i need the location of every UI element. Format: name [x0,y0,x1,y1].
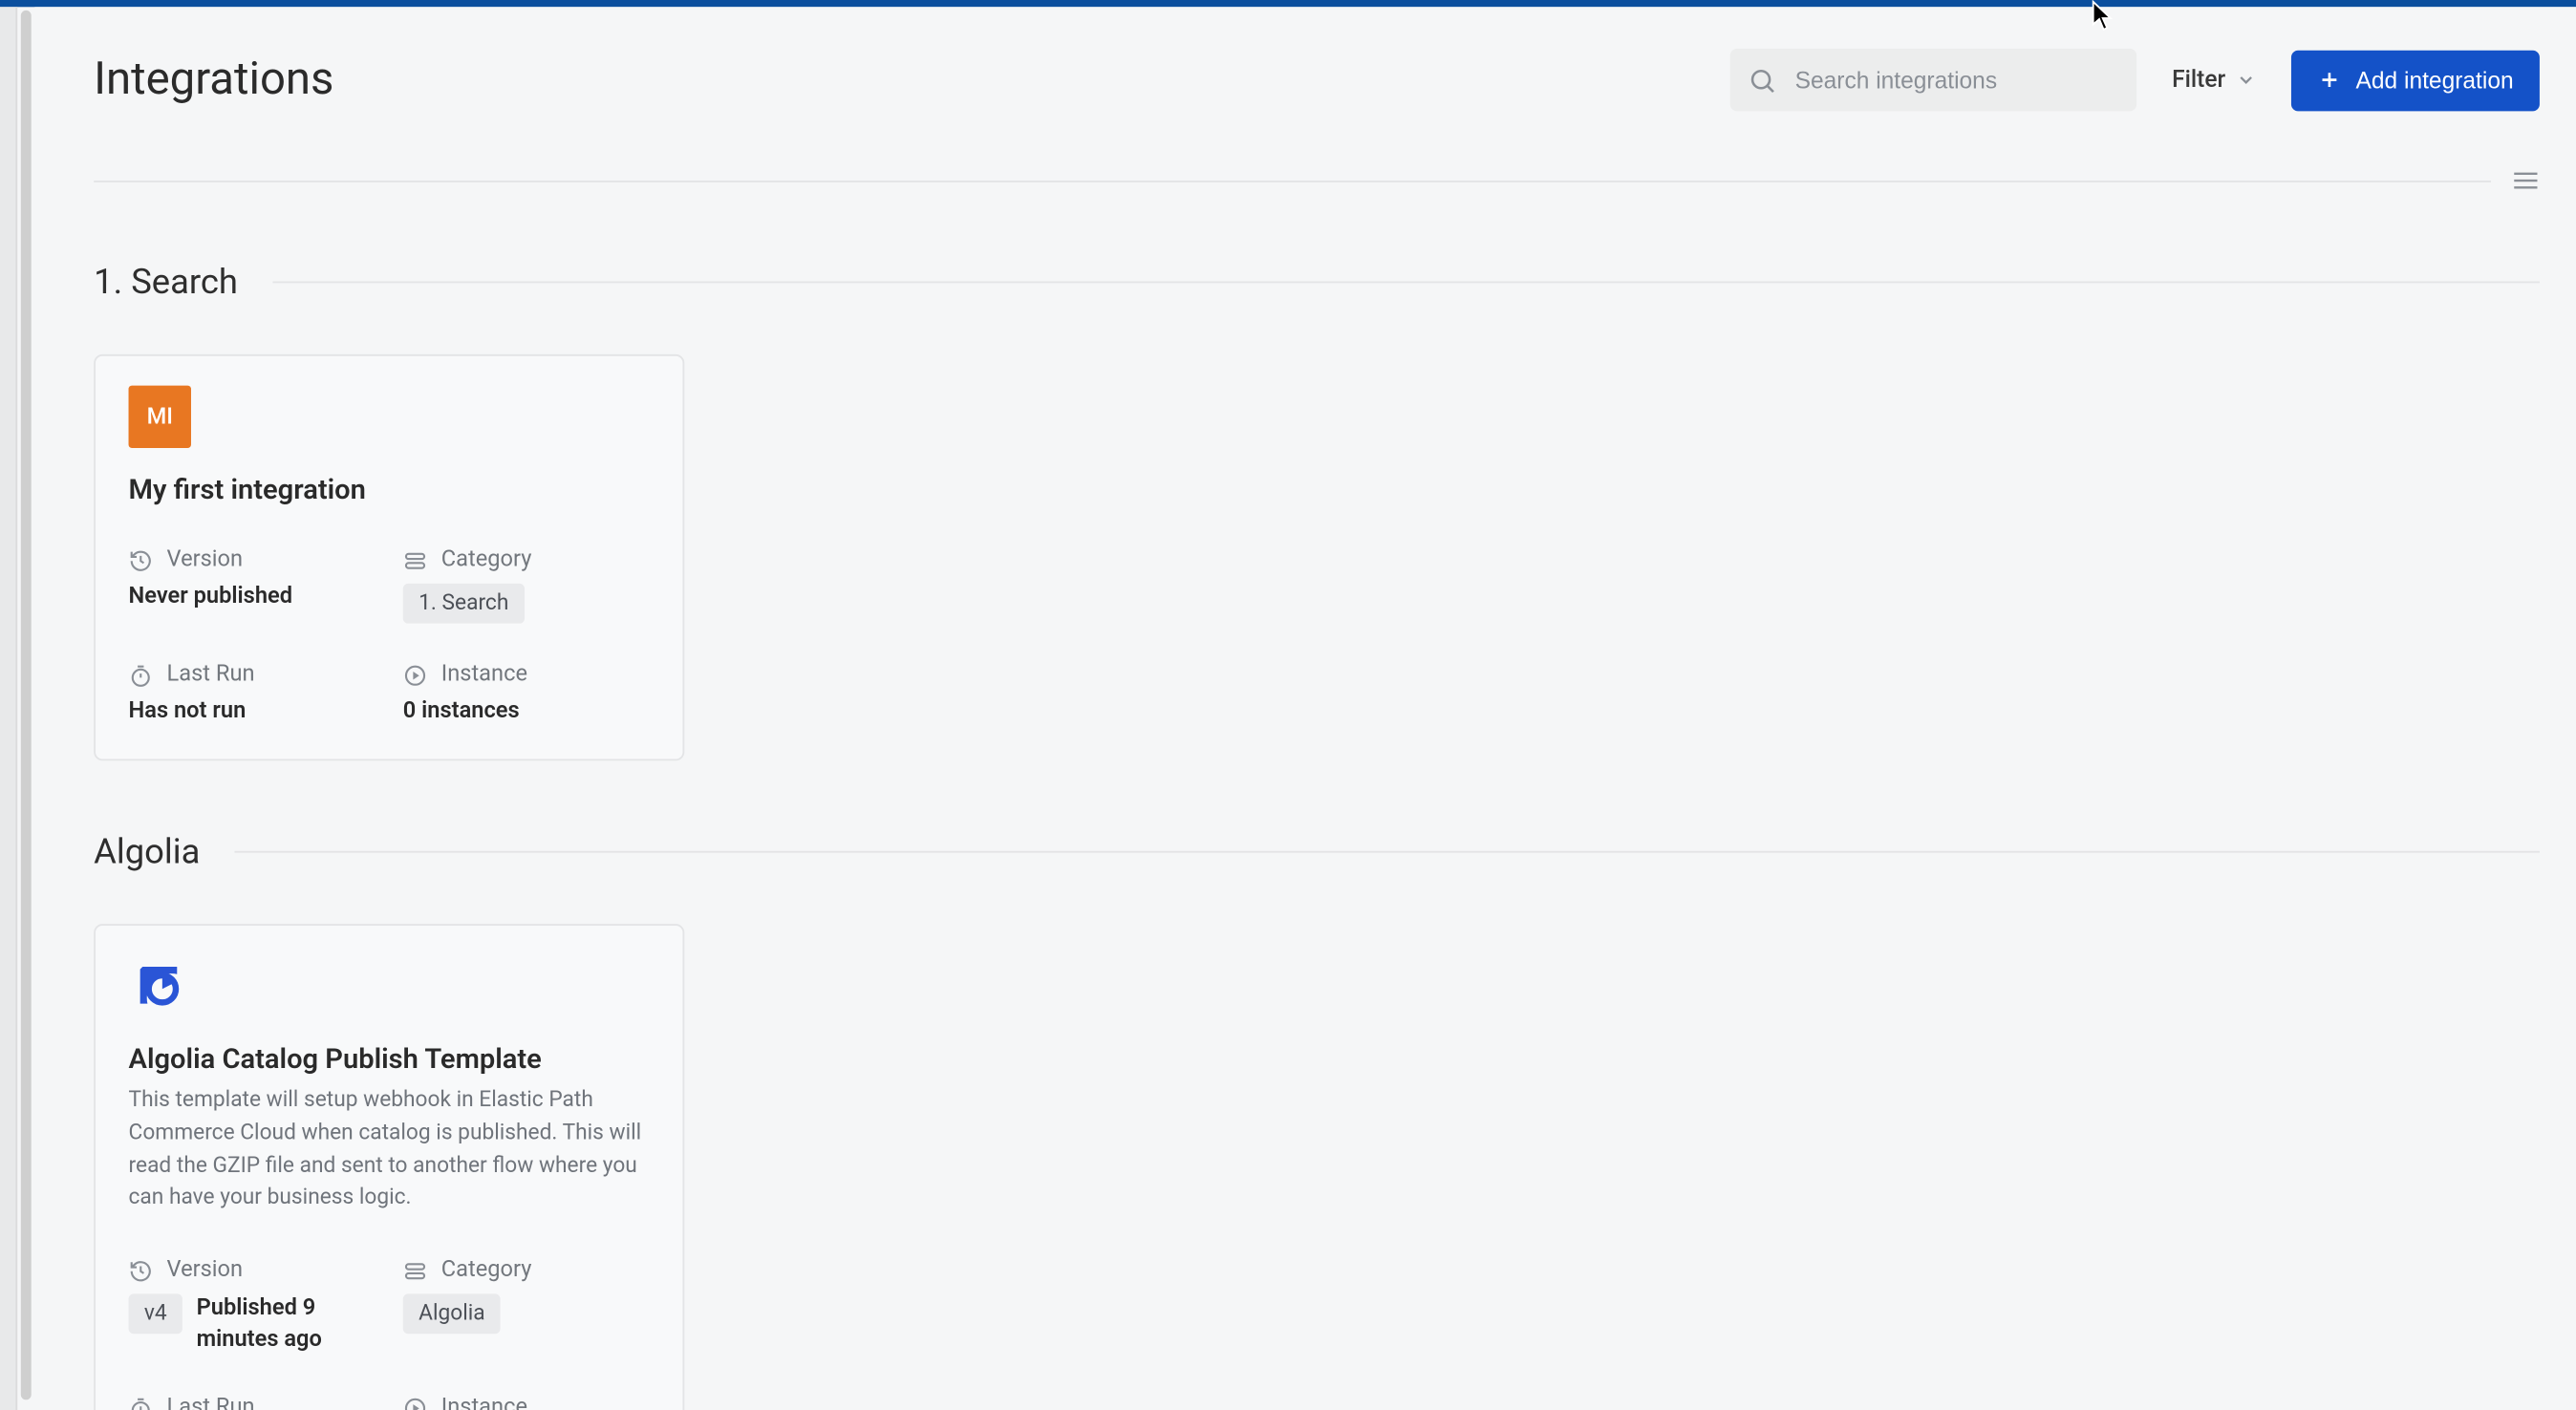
version-label-row: Version [129,547,403,573]
list-view-icon[interactable] [2512,170,2540,191]
section-divider [272,281,2540,283]
lastrun-label: Last Run [167,662,255,688]
version-badge: v4 [129,1293,183,1334]
section-title: 1. Search [94,261,238,303]
play-circle-icon [403,663,427,687]
integration-card[interactable]: MI My first integration Version [94,354,684,760]
history-icon [129,548,153,572]
section-search: 1. Search MI My first integration [94,261,2540,761]
header-divider-row [94,170,2540,191]
search-input[interactable] [1795,67,2120,93]
page-title: Integrations [94,53,333,106]
add-integration-button[interactable]: Add integration [2291,50,2540,111]
add-integration-label: Add integration [2356,67,2514,93]
instance-label: Instance [441,1396,527,1410]
search-icon [1749,65,1778,95]
version-label: Version [167,547,244,573]
history-icon [129,1258,153,1282]
category-label: Category [441,547,532,573]
version-value: Published 9 minutes ago [197,1293,388,1357]
page-header: Integrations Filter [34,7,2576,111]
left-panel-edge [0,7,17,1410]
category-label: Category [441,1257,532,1283]
search-input-container[interactable] [1730,49,2136,111]
instance-label-row: Instance [403,1396,650,1410]
integration-description: This template will setup webhook in Elas… [129,1085,650,1215]
algolia-logo-icon [129,955,191,1017]
category-icon [403,548,427,572]
category-label-row: Category [403,1257,650,1283]
section-divider [235,850,2540,852]
stopwatch-icon [129,663,153,687]
integration-card[interactable]: Algolia Catalog Publish Template This te… [94,924,684,1410]
section-header: Algolia [94,830,2540,872]
section-header: 1. Search [94,261,2540,303]
avatar-initials: MI [147,404,173,430]
filter-dropdown[interactable]: Filter [2168,59,2260,101]
category-badge: Algolia [403,1293,501,1334]
lastrun-label-row: Last Run [129,662,403,688]
version-label-row: Version [129,1257,403,1283]
lastrun-label-row: Last Run [129,1396,403,1410]
play-circle-icon [403,1396,427,1410]
top-accent-bar [0,0,2576,7]
instance-label: Instance [441,662,527,688]
section-title: Algolia [94,830,200,872]
integration-avatar: MI [129,386,191,448]
version-value: Never published [129,584,403,609]
lastrun-value: Has not run [129,698,403,724]
section-algolia: Algolia Algolia Catalog Publish Template… [94,830,2540,1410]
stopwatch-icon [129,1396,153,1410]
lastrun-label: Last Run [167,1396,255,1410]
filter-label: Filter [2172,66,2225,94]
divider-line [94,180,2491,182]
category-icon [403,1258,427,1282]
instance-label-row: Instance [403,662,650,688]
integration-title: My first integration [129,472,650,505]
scrollbar[interactable] [21,11,32,1399]
chevron-down-icon [2236,70,2257,91]
instance-value: 0 instances [403,698,650,724]
category-badge: 1. Search [403,584,525,624]
integration-title: Algolia Catalog Publish Template [129,1042,650,1076]
category-label-row: Category [403,547,650,573]
header-actions: Filter Add integration [1730,49,2540,111]
version-label: Version [167,1257,244,1283]
plus-icon [2318,68,2342,92]
